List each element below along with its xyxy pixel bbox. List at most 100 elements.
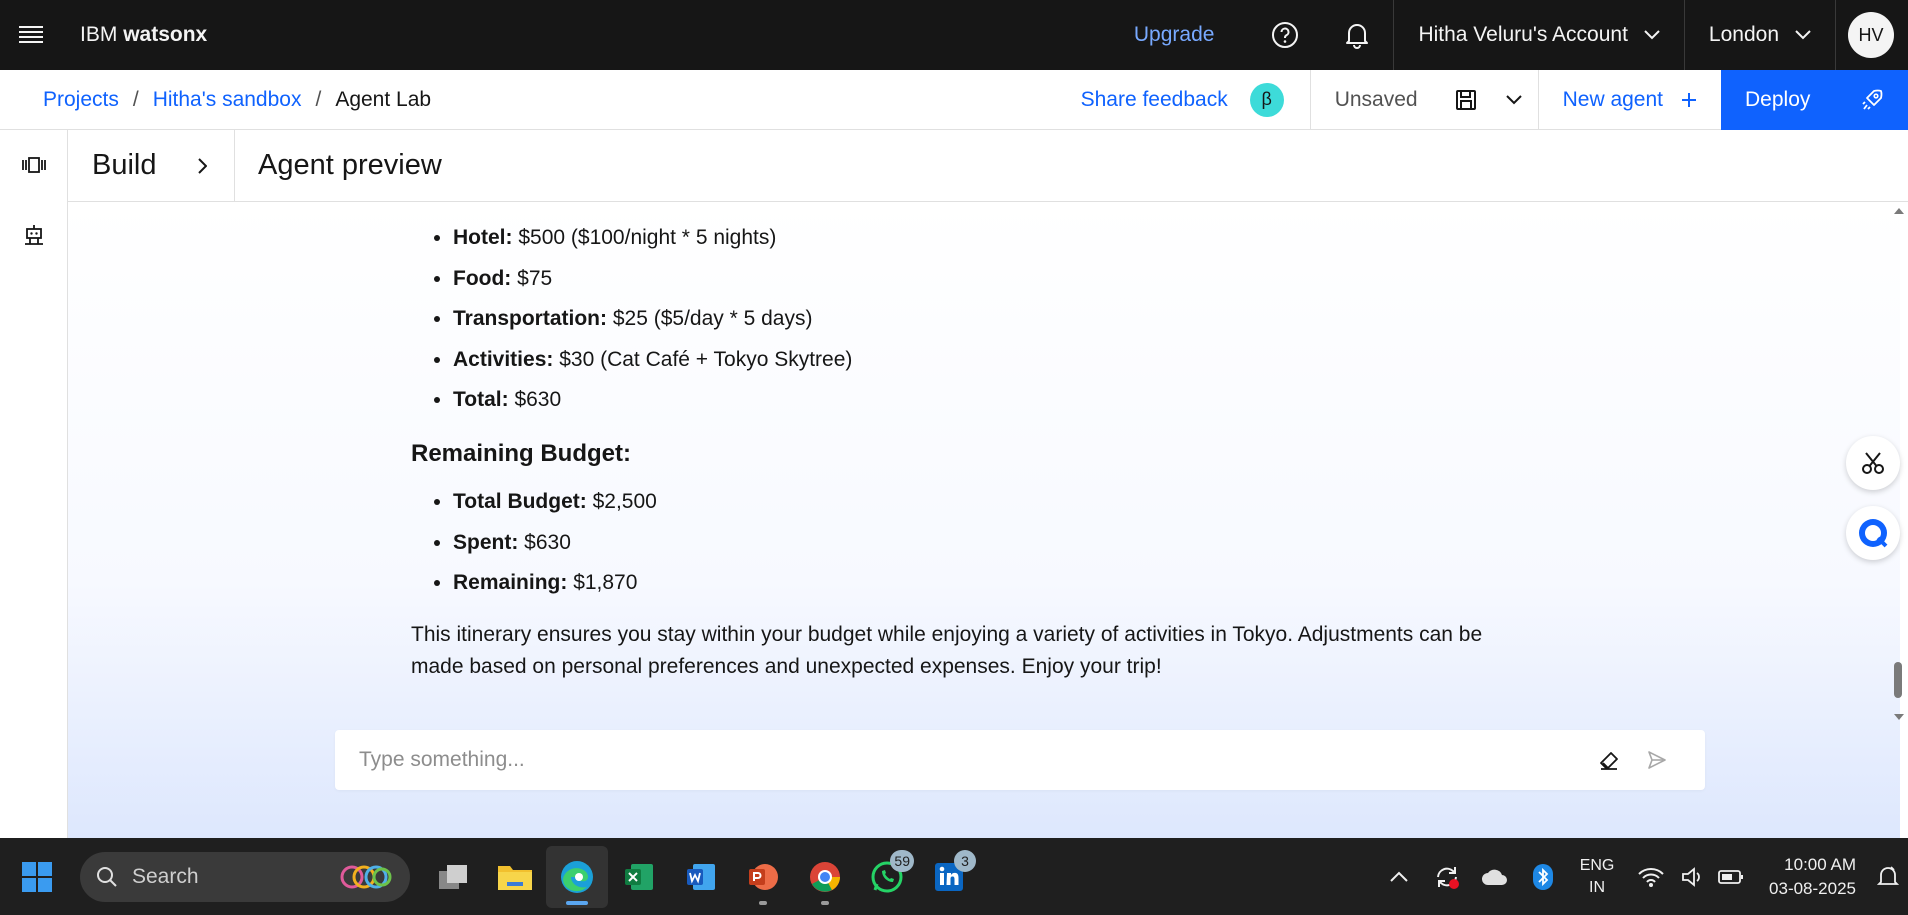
region-selector[interactable]: London	[1685, 0, 1835, 70]
avatar[interactable]: HV	[1848, 12, 1894, 58]
running-indicator	[821, 900, 829, 905]
account-switcher[interactable]: Hitha Veluru's Account	[1394, 0, 1683, 70]
page-title: Agent preview	[258, 149, 442, 181]
windows-taskbar: Search 59 3 ENG IN 10:00 AM 03-08-2025	[0, 838, 1908, 915]
onedrive-cloud-icon[interactable]	[1471, 847, 1519, 907]
system-tray: ENG IN 10:00 AM 03-08-2025	[1375, 838, 1908, 915]
panel-header: Build Agent preview	[68, 129, 1908, 202]
menu-icon[interactable]	[0, 0, 62, 70]
list-item: Activities: $30 (Cat Café + Tokyo Skytre…	[453, 346, 1511, 374]
notification-badge: 59	[890, 849, 914, 872]
new-agent-button[interactable]: New agent	[1539, 70, 1721, 130]
task-view-icon[interactable]	[422, 846, 484, 908]
wifi-icon[interactable]	[1627, 847, 1675, 907]
rings-icon	[340, 865, 392, 888]
chrome-icon[interactable]	[794, 846, 856, 908]
powerpoint-icon[interactable]	[732, 846, 794, 908]
list-item: Total Budget: $2,500	[453, 488, 1511, 516]
scrollbar-thumb[interactable]	[1894, 662, 1902, 698]
sub-header: Projects / Hitha's sandbox / Agent Lab S…	[0, 69, 1908, 130]
snipping-tool-icon[interactable]	[1846, 436, 1900, 490]
notification-badge: 3	[954, 849, 976, 872]
save-status: Unsaved	[1334, 87, 1418, 111]
product-logo[interactable]: IBM watsonx	[80, 23, 207, 47]
sync-icon[interactable]	[1423, 847, 1471, 907]
brand-prefix: IBM	[80, 23, 118, 46]
language-code: ENG	[1579, 856, 1615, 874]
help-icon[interactable]	[1249, 0, 1321, 70]
linkedin-icon[interactable]: 3	[918, 846, 980, 908]
top-navigation-bar: IBM watsonx Upgrade Hitha Veluru's Accou…	[0, 0, 1908, 70]
chat-assistant-icon[interactable]	[1846, 506, 1900, 560]
clock-date: 03-08-2025	[1769, 878, 1856, 898]
upgrade-link[interactable]: Upgrade	[1099, 0, 1250, 70]
eraser-icon[interactable]	[1585, 736, 1633, 784]
budget-list: Total Budget: $2,500 Spent: $630 Remaini…	[411, 488, 1511, 597]
send-icon[interactable]	[1633, 736, 1681, 784]
chat-input-box	[335, 730, 1705, 790]
share-feedback-link[interactable]: Share feedback	[1081, 88, 1228, 112]
account-name: Hitha Veluru's Account	[1418, 23, 1628, 46]
build-toggle[interactable]: Build	[68, 129, 235, 202]
running-indicator	[759, 900, 767, 905]
list-item: Transportation: $25 ($5/day * 5 days)	[453, 305, 1511, 333]
beta-badge: β	[1249, 82, 1284, 117]
chevron-down-icon	[1644, 30, 1660, 40]
language-indicator[interactable]: ENG IN	[1567, 855, 1627, 899]
list-item: Food: $75	[453, 265, 1511, 293]
excel-icon[interactable]	[608, 846, 670, 908]
file-explorer-icon[interactable]	[484, 846, 546, 908]
breadcrumb-separator: /	[132, 87, 139, 111]
breadcrumb-current: Agent Lab	[335, 87, 432, 111]
expense-list: Hotel: $500 ($100/night * 5 nights) Food…	[411, 224, 1511, 414]
new-agent-label: New agent	[1562, 87, 1663, 111]
taskbar-search[interactable]: Search	[80, 851, 410, 902]
build-label: Build	[92, 149, 157, 181]
region-code: IN	[1589, 878, 1606, 896]
agent-response: Hotel: $500 ($100/night * 5 nights) Food…	[411, 202, 1511, 683]
region-name: London	[1708, 23, 1779, 46]
chevron-down-icon[interactable]	[1490, 70, 1538, 130]
search-label: Search	[132, 864, 199, 888]
notifications-center-icon[interactable]	[1868, 847, 1908, 907]
breadcrumb: Projects / Hitha's sandbox / Agent Lab	[0, 88, 431, 112]
bluetooth-icon[interactable]	[1519, 847, 1567, 907]
budget-heading: Remaining Budget:	[411, 440, 631, 467]
search-icon	[97, 866, 117, 887]
rocket-icon	[1862, 89, 1883, 110]
list-item: Spent: $630	[453, 529, 1511, 557]
windows-start-icon[interactable]	[6, 846, 68, 908]
chevron-right-icon	[197, 157, 207, 174]
notification-bell-icon[interactable]	[1321, 0, 1393, 70]
list-item: Total: $630	[453, 386, 1511, 414]
save-icon[interactable]	[1442, 70, 1490, 130]
bot-icon[interactable]	[0, 200, 68, 270]
clock[interactable]: 10:00 AM 03-08-2025	[1769, 853, 1856, 901]
list-item: Hotel: $500 ($100/night * 5 nights)	[453, 224, 1511, 252]
deploy-label: Deploy	[1745, 87, 1811, 111]
chevron-up-icon[interactable]	[1375, 847, 1423, 907]
battery-icon[interactable]	[1711, 847, 1751, 907]
browser-window: IBM watsonx Upgrade Hitha Veluru's Accou…	[0, 0, 1908, 838]
closing-paragraph: This itinerary ensures you stay within y…	[411, 623, 1483, 678]
edge-browser-icon[interactable]	[546, 845, 608, 908]
plus-icon	[1682, 92, 1696, 107]
brand-name: watsonx	[123, 23, 208, 46]
scroll-down-icon[interactable]	[1894, 714, 1904, 720]
clock-time: 10:00 AM	[1784, 854, 1856, 874]
breadcrumb-projects[interactable]: Projects	[43, 88, 119, 112]
whatsapp-icon[interactable]: 59	[856, 846, 918, 908]
breadcrumb-separator: /	[315, 87, 322, 111]
word-icon[interactable]	[670, 846, 732, 908]
scroll-up-icon[interactable]	[1894, 208, 1904, 214]
chat-input[interactable]	[359, 748, 1585, 772]
breadcrumb-sandbox[interactable]: Hitha's sandbox	[153, 88, 302, 112]
active-indicator	[566, 900, 588, 905]
left-rail	[0, 130, 68, 838]
chat-area: Hotel: $500 ($100/night * 5 nights) Food…	[68, 202, 1900, 838]
chevron-down-icon	[1795, 30, 1811, 40]
carousel-icon[interactable]	[0, 130, 68, 200]
deploy-button[interactable]: Deploy	[1721, 69, 1908, 130]
list-item: Remaining: $1,870	[453, 569, 1511, 597]
volume-icon[interactable]	[1675, 847, 1711, 907]
